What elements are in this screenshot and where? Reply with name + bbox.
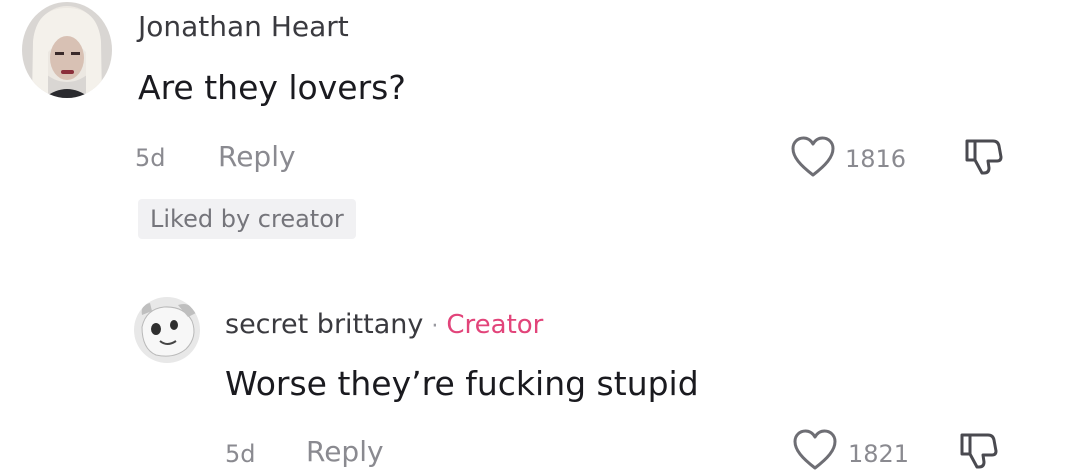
thumbs-down-icon [960,433,998,469]
dislike-button[interactable] [958,430,998,470]
reply-button[interactable]: Reply [306,438,384,466]
dislike-button[interactable] [963,136,1003,176]
user-avatar-icon [134,297,200,363]
like-count: 1821 [848,440,910,468]
comment-age: 5d [135,144,166,172]
reply-button[interactable]: Reply [218,143,296,171]
user-avatar-icon [22,2,112,98]
comment-username[interactable]: secret brittany [225,311,423,338]
reply-header: secret brittany · Creator [225,311,543,338]
like-button[interactable] [790,135,836,179]
separator-dot: · [431,314,439,339]
comment-age: 5d [225,440,256,468]
like-count: 1816 [845,145,907,173]
thumbs-down-icon [965,139,1003,175]
heart-outline-icon [793,429,837,470]
liked-by-creator-badge: Liked by creator [138,199,356,239]
comment-text: Worse they’re fucking stupid [225,364,699,403]
like-button[interactable] [792,428,838,472]
avatar[interactable] [22,2,112,98]
comments-section: Jonathan Heart Are they lovers? 5d Reply… [0,0,1080,472]
heart-outline-icon [791,136,835,177]
avatar[interactable] [134,297,200,363]
comment-username[interactable]: Jonathan Heart [138,13,349,41]
creator-tag: Creator [446,310,544,340]
comment-text: Are they lovers? [138,68,406,107]
